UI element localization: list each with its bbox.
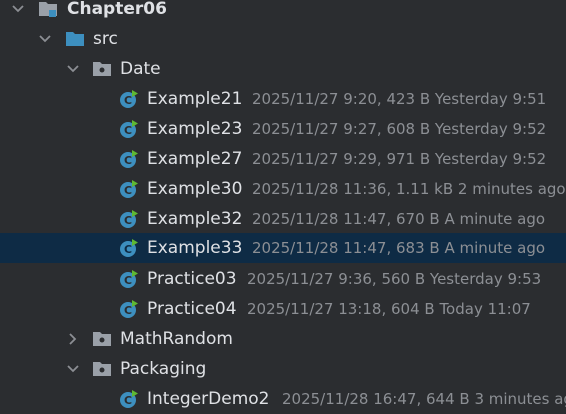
java-class-run-icon: C: [119, 269, 139, 289]
module-folder-icon: [38, 0, 58, 19]
tree-row-file[interactable]: C Practice04 2025/11/27 13:18, 604 B Tod…: [0, 294, 566, 324]
file-name: Example33: [147, 238, 243, 258]
svg-text:C: C: [124, 394, 132, 407]
file-name: Practice04: [147, 299, 237, 319]
file-meta: 2025/11/28 11:36, 1.11 kB 2 minutes ago: [252, 180, 566, 198]
file-meta: 2025/11/27 9:36, 560 B Yesterday 9:53: [247, 270, 542, 288]
java-class-run-icon: C: [119, 89, 139, 109]
java-class-run-icon: C: [119, 179, 139, 199]
java-class-run-icon: C: [119, 299, 139, 319]
tree-row-chapter06[interactable]: Chapter06: [0, 0, 566, 24]
package-icon: [92, 359, 112, 379]
chevron-down-icon[interactable]: [11, 2, 25, 16]
chevron-down-icon[interactable]: [66, 62, 80, 76]
java-class-run-icon: C: [119, 149, 139, 169]
svg-text:C: C: [124, 304, 132, 317]
tree-label: Date: [120, 59, 161, 79]
tree-label: Chapter06: [67, 0, 167, 19]
file-meta: 2025/11/27 9:29, 971 B Yesterday 9:52: [252, 150, 547, 168]
tree-row-file[interactable]: C Example21 2025/11/27 9:20, 423 B Yeste…: [0, 84, 566, 114]
file-meta: 2025/11/28 16:47, 644 B 3 minutes ago: [282, 390, 566, 408]
java-class-run-icon: C: [119, 389, 139, 409]
chevron-down-icon[interactable]: [38, 32, 52, 46]
svg-text:C: C: [124, 214, 132, 227]
tree-row-src[interactable]: src: [0, 24, 566, 54]
tree-row-file-selected[interactable]: C Example33 2025/11/28 11:47, 683 B A mi…: [0, 233, 566, 263]
file-meta: 2025/11/27 9:20, 423 B Yesterday 9:51: [252, 90, 547, 108]
tree-row-packaging[interactable]: Packaging: [0, 354, 566, 384]
file-meta: 2025/11/28 11:47, 670 B A minute ago: [252, 210, 546, 228]
tree-row-file[interactable]: C Example32 2025/11/28 11:47, 670 B A mi…: [0, 204, 566, 234]
file-name: Example21: [147, 89, 243, 109]
tree-row-date[interactable]: Date: [0, 54, 566, 84]
svg-text:C: C: [124, 274, 132, 287]
chevron-down-icon[interactable]: [66, 362, 80, 376]
svg-text:C: C: [124, 184, 132, 197]
tree-row-file[interactable]: C Example27 2025/11/27 9:29, 971 B Yeste…: [0, 144, 566, 174]
file-name: Example32: [147, 209, 243, 229]
svg-text:C: C: [124, 94, 132, 107]
package-icon: [92, 329, 112, 349]
svg-text:C: C: [124, 154, 132, 167]
source-folder-icon: [65, 29, 85, 49]
package-icon: [92, 59, 112, 79]
tree-row-file[interactable]: C Example30 2025/11/28 11:36, 1.11 kB 2 …: [0, 174, 566, 204]
java-class-run-icon: C: [119, 119, 139, 139]
java-class-run-icon: C: [119, 209, 139, 229]
tree-row-file[interactable]: C Example23 2025/11/27 9:27, 608 B Yeste…: [0, 114, 566, 144]
chevron-right-icon[interactable]: [66, 332, 80, 346]
tree-row-file[interactable]: C Practice03 2025/11/27 9:36, 560 B Yest…: [0, 264, 566, 294]
file-name: Example23: [147, 119, 243, 139]
tree-row-mathrandom[interactable]: MathRandom: [0, 324, 566, 354]
file-meta: 2025/11/27 13:18, 604 B Today 11:07: [247, 300, 531, 318]
file-name: Example27: [147, 149, 243, 169]
java-class-run-icon: C: [119, 238, 139, 258]
file-name: Practice03: [147, 269, 237, 289]
tree-label: MathRandom: [120, 329, 233, 349]
file-meta: 2025/11/28 11:47, 683 B A minute ago: [252, 239, 546, 257]
file-meta: 2025/11/27 9:27, 608 B Yesterday 9:52: [252, 120, 547, 138]
file-name: Example30: [147, 179, 243, 199]
tree-label: Packaging: [120, 359, 207, 379]
svg-text:C: C: [124, 124, 132, 137]
tree-row-file[interactable]: C IntegerDemo2 2025/11/28 16:47, 644 B 3…: [0, 384, 566, 414]
svg-text:C: C: [124, 243, 132, 256]
file-name: IntegerDemo2: [147, 389, 270, 409]
tree-label: src: [93, 29, 118, 49]
